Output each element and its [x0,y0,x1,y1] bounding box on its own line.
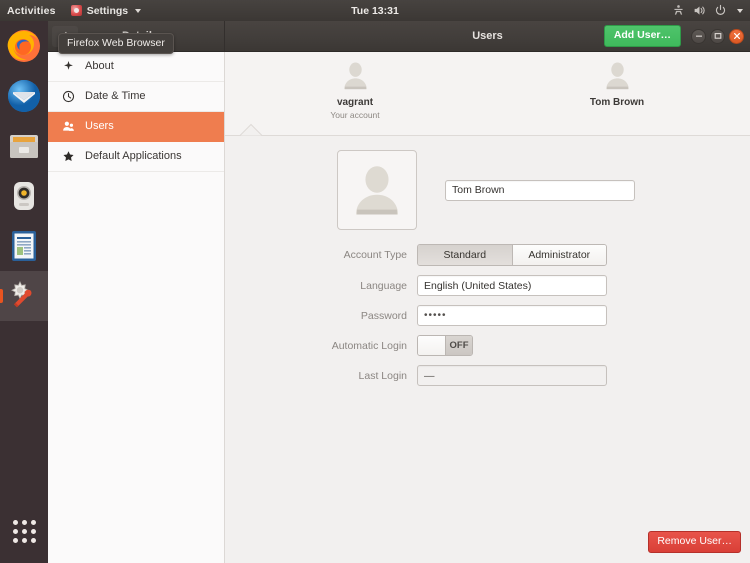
settings-sidebar: About Date & Time Us [48,52,225,563]
sidebar-item-label: Date & Time [85,91,146,102]
settings-gear-wrench-icon [6,278,42,314]
password-dots: ••••• [424,310,447,321]
sidebar-item-about[interactable]: About [48,52,224,82]
tray-chevron-down-icon[interactable] [737,9,743,13]
maximize-button[interactable] [710,29,725,44]
close-button[interactable] [729,29,744,44]
minimize-button[interactable] [691,29,706,44]
user-avatar-icon [340,60,371,91]
users-icon [62,120,75,133]
user-avatar-icon [602,60,633,91]
chevron-down-icon [135,9,141,13]
libreoffice-writer-icon [6,228,42,264]
dock-item-files[interactable] [0,121,48,171]
star-icon [62,150,75,163]
sidebar-item-label: About [85,61,114,72]
settings-window: Details Users Add User… Firefox We [48,21,750,563]
password-row: Password ••••• [225,305,750,326]
window-titlebar: Details Users Add User… Firefox We [48,21,750,52]
window-body: About Date & Time Us [48,52,750,563]
sidebar-item-label: Default Applications [85,151,182,162]
rhythmbox-icon [6,178,42,214]
sidebar-item-users[interactable]: Users [48,112,224,142]
activities-button[interactable]: Activities [0,5,65,17]
dock-item-libreoffice-writer[interactable] [0,221,48,271]
ubuntu-dock [0,21,48,563]
sidebar-item-date-time[interactable]: Date & Time [48,82,224,112]
account-type-administrator-option[interactable]: Administrator [513,245,607,265]
account-type-standard-option[interactable]: Standard [418,245,513,265]
power-icon[interactable] [714,4,727,17]
avatar-and-name-row: Tom Brown [225,150,750,230]
user-name-input[interactable]: Tom Brown [445,180,635,201]
account-type-label: Account Type [225,249,417,261]
firefox-tooltip: Firefox Web Browser [58,33,174,54]
user-details-form: Tom Brown Account Type Standard Administ… [225,150,750,395]
settings-app-icon [71,5,82,16]
volume-icon[interactable] [693,4,706,17]
automatic-login-toggle[interactable]: OFF [417,335,473,356]
show-applications-grid-icon [13,520,36,543]
sidebar-item-label: Users [85,121,114,132]
language-row: Language English (United States) [225,275,750,296]
user-subtitle: Your account [330,110,379,120]
users-panel: vagrant Your account Tom Brown [225,52,750,563]
app-menu-button[interactable]: Settings [65,5,147,17]
firefox-icon [6,28,42,64]
show-applications-button[interactable] [0,509,48,553]
last-login-label: Last Login [225,370,417,382]
dock-item-rhythmbox[interactable] [0,171,48,221]
language-value[interactable]: English (United States) [417,275,607,296]
user-name: vagrant [337,97,373,108]
system-tray[interactable] [672,4,750,17]
titlebar-main-section: Users Add User… [225,21,750,51]
user-avatar-icon [349,161,405,219]
sparkle-icon [62,60,75,73]
remove-user-button[interactable]: Remove User… [648,531,741,553]
desktop-screen: Activities Settings Tue 13:31 [0,0,750,563]
accessibility-network-icon[interactable] [672,4,685,17]
language-label: Language [225,280,417,292]
automatic-login-label: Automatic Login [225,340,417,352]
password-label: Password [225,310,417,322]
automatic-login-row: Automatic Login OFF [225,335,750,356]
account-type-row: Account Type Standard Administrator [225,244,750,266]
app-menu-label: Settings [87,5,128,17]
thunderbird-icon [6,78,42,114]
dock-item-firefox[interactable] [0,21,48,71]
add-user-button[interactable]: Add User… [604,25,681,47]
clock-icon [62,90,75,103]
dock-item-settings[interactable] [0,271,48,321]
toggle-knob [418,336,445,355]
sidebar-item-default-applications[interactable]: Default Applications [48,142,224,172]
toggle-state-label: OFF [445,336,472,355]
user-card-vagrant[interactable]: vagrant Your account [295,60,415,120]
user-carousel: vagrant Your account Tom Brown [225,52,750,136]
password-value[interactable]: ••••• [417,305,607,326]
dock-item-thunderbird[interactable] [0,71,48,121]
user-card-tom-brown[interactable]: Tom Brown [557,60,677,108]
user-name: Tom Brown [590,97,644,108]
last-login-value: — [417,365,607,386]
window-controls [691,29,744,44]
account-type-toggle[interactable]: Standard Administrator [417,244,607,266]
last-login-row: Last Login — [225,365,750,386]
files-icon [6,128,42,164]
selected-user-notch [230,122,274,136]
gnome-top-bar: Activities Settings Tue 13:31 [0,0,750,21]
avatar-button[interactable] [337,150,417,230]
